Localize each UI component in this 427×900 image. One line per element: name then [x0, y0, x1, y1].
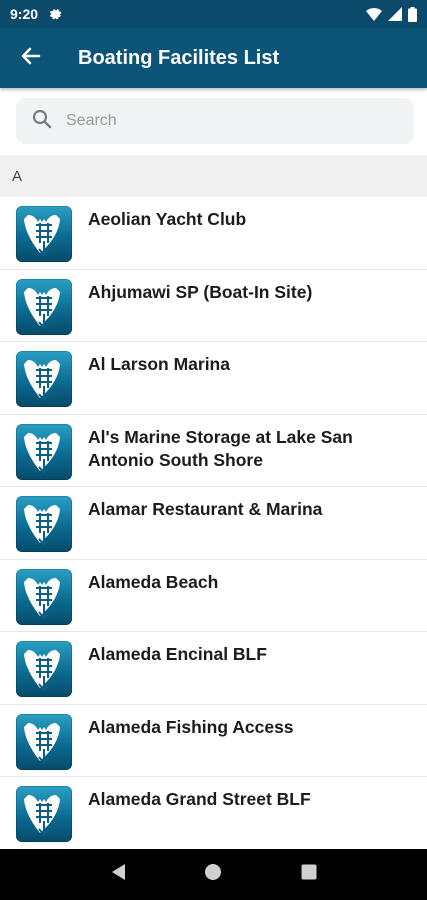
status-icons — [366, 6, 417, 22]
facility-logo-icon — [16, 641, 72, 697]
list-item[interactable]: Al's Marine Storage at Lake San Antonio … — [0, 415, 427, 487]
list-item[interactable]: Alameda Encinal BLF — [0, 632, 427, 705]
section-header: A — [0, 155, 427, 197]
status-time: 9:20 — [10, 6, 39, 22]
facility-name: Alamar Restaurant & Marina — [88, 499, 323, 519]
status-bar: 9:20 — [0, 0, 427, 28]
system-nav-bar — [0, 849, 427, 900]
page-title: Boating Facilites List — [78, 46, 280, 69]
facility-logo-icon — [16, 568, 72, 625]
facility-logo-icon — [16, 713, 72, 770]
gear-icon — [48, 7, 62, 21]
search-input[interactable] — [66, 112, 386, 130]
home-circle-icon — [204, 863, 222, 886]
list-item[interactable]: Alameda Fishing Access — [0, 705, 427, 777]
search-icon — [32, 109, 52, 134]
facility-name: Alameda Beach — [88, 571, 219, 592]
nav-home-button[interactable] — [193, 855, 233, 895]
facility-name: Alameda Encinal BLF — [88, 644, 267, 664]
recents-square-icon — [301, 864, 317, 885]
facility-logo-icon — [16, 351, 72, 407]
facility-name: Alameda Fishing Access — [88, 716, 294, 737]
battery-icon — [408, 6, 417, 22]
nav-recents-button[interactable] — [289, 855, 329, 895]
app-bar: Boating Facilites List — [0, 28, 427, 88]
wifi-icon — [366, 7, 382, 21]
facility-logo-icon — [16, 423, 72, 480]
facility-name: Alameda Grand Street BLF — [88, 789, 311, 809]
facility-name: Ahjumawi SP (Boat-In Site) — [88, 281, 313, 302]
section-letter: A — [12, 167, 23, 185]
list-item[interactable]: Alamar Restaurant & Marina — [0, 487, 427, 560]
nav-back-button[interactable] — [98, 855, 138, 895]
facility-list: Aeolian Yacht Club Ahjumawi SP (Boat-In … — [0, 197, 427, 850]
list-item[interactable]: Al Larson Marina — [0, 342, 427, 415]
facility-logo-icon — [16, 496, 72, 552]
facility-name: Aeolian Yacht Club — [88, 209, 247, 229]
list-item[interactable]: Alameda Grand Street BLF — [0, 777, 427, 850]
list-item[interactable]: Ahjumawi SP (Boat-In Site) — [0, 270, 427, 342]
facility-name: Al's Marine Storage at Lake San Antonio … — [88, 426, 353, 470]
facility-logo-icon — [16, 278, 72, 335]
facility-logo-icon — [16, 786, 72, 842]
list-item[interactable]: Aeolian Yacht Club — [0, 197, 427, 270]
list-item[interactable]: Alameda Beach — [0, 560, 427, 632]
search-bar[interactable] — [16, 98, 414, 144]
back-triangle-icon — [110, 863, 126, 886]
signal-icon — [388, 7, 402, 21]
facility-logo-icon — [16, 206, 72, 262]
arrow-left-icon — [21, 46, 41, 71]
back-button[interactable] — [0, 28, 62, 88]
facility-name: Al Larson Marina — [88, 354, 230, 374]
